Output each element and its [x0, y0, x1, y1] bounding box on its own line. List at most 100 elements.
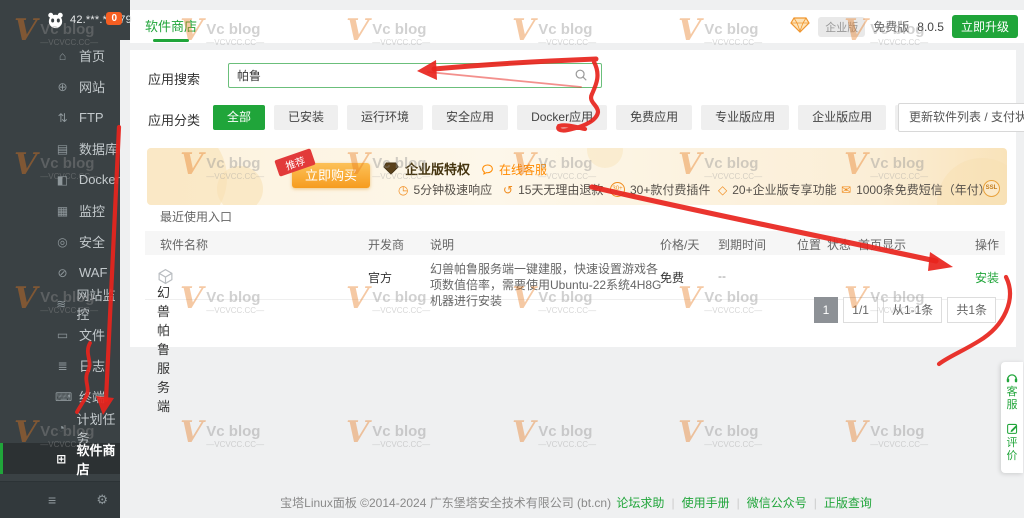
refund-icon: ↺ — [503, 182, 514, 197]
category-button-1[interactable]: 已安装 — [274, 105, 339, 130]
tab-underline — [153, 39, 189, 42]
banner-feature: ✉ 1000条免费短信（年付） — [841, 181, 991, 198]
watermark-logo: V — [346, 415, 370, 450]
review-float-button[interactable]: 评价 — [1001, 422, 1023, 463]
clock-icon: ◔ — [57, 420, 65, 435]
category-button-6[interactable]: 专业版应用 — [701, 105, 790, 130]
sidebar-item-label: Docker — [78, 172, 120, 187]
banner-decor — [147, 148, 227, 205]
sidebar-item-waf[interactable]: ⊘ WAF — [0, 257, 120, 288]
watermark-logo: V — [678, 415, 702, 450]
install-link[interactable]: 安装 — [975, 269, 999, 286]
category-button-0[interactable]: 全部 — [213, 105, 266, 130]
sidebar-item-label: 安全 — [79, 235, 106, 250]
sidebar-item-terminal[interactable]: ⌨ 终端 — [0, 381, 120, 412]
software-name-text: 幻兽帕鲁服务端 — [157, 285, 171, 414]
plugins-count-icon: 30+ — [610, 182, 625, 197]
watermark-subtitle: —VCVCC.CC— — [538, 440, 597, 449]
footer-link-3[interactable]: 正版查询 — [824, 496, 872, 510]
online-support-link[interactable]: 在线客服 — [481, 161, 547, 178]
banner-feature-text: 15天无理由退款 — [518, 183, 604, 197]
upgrade-button[interactable]: 立即升级 — [951, 15, 1018, 38]
monitor-icon: ▦ — [56, 203, 69, 218]
watermark: V Vc blog —VCVCC.CC— — [180, 415, 265, 450]
watermark: V Vc blog —VCVCC.CC— — [512, 415, 597, 450]
message-count-badge[interactable]: 0 — [106, 12, 122, 25]
globe-icon: ⊕ — [57, 79, 68, 94]
panda-logo-icon — [46, 11, 65, 30]
table-header-cell: 到期时间 — [718, 238, 767, 252]
sidebar-item-label: 文件 — [79, 328, 106, 343]
sidebar-item-logs[interactable]: ≣ 日志 — [0, 350, 120, 381]
sidebar-item-app-store[interactable]: ⊞ 软件商店 — [0, 443, 120, 477]
category-button-7[interactable]: 企业版应用 — [798, 105, 887, 130]
category-button-4[interactable]: Docker应用 — [517, 105, 608, 130]
watermark: V Vc blog —VCVCC.CC— — [678, 415, 762, 450]
edition-enterprise-label: 企业版 — [818, 16, 866, 37]
banner-feature: ◷ 5分钟极速响应 — [398, 181, 492, 198]
watermark-subtitle: —VCVCC.CC— — [870, 440, 929, 449]
category-button-2[interactable]: 运行环境 — [347, 105, 424, 130]
sidebar: ⌂ 首页 ⊕ 网站 ⇅ FTP ▤ 数据库 ◧ Docker ▦ 监控 ◎ 安全 ⊘ WAF ≋ 网站监控 ▭ 文件 ≣… — [0, 0, 120, 518]
pagination-item-0[interactable]: 1 — [813, 297, 839, 323]
table-header-cell: 状态 — [827, 238, 852, 252]
sidebar-header: 42.***.***.79 0 — [0, 0, 132, 40]
sidebar-item-files[interactable]: ▭ 文件 — [0, 319, 120, 350]
banner-title: 企业版特权 — [383, 159, 470, 178]
watermark-subtitle: —VCVCC.CC— — [372, 440, 431, 449]
sidebar-item-home[interactable]: ⌂ 首页 — [0, 40, 120, 71]
sidebar-item-security[interactable]: ◎ 安全 — [0, 226, 120, 257]
watermark-logo: V — [180, 415, 204, 450]
footer-link-0[interactable]: 论坛求助 — [616, 496, 664, 510]
version-cluster: 企业版 免费版 8.0.5 立即升级 — [790, 10, 1018, 43]
wave-icon: ≋ — [56, 296, 67, 311]
watermark-text: Vc blog —VCVCC.CC— — [372, 418, 431, 450]
update-software-list-button[interactable]: 更新软件列表 / 支付状态 — [898, 103, 1024, 132]
watermark-text: Vc blog —VCVCC.CC— — [870, 418, 929, 450]
watermark-subtitle: —VCVCC.CC— — [206, 440, 265, 449]
watermark-title: Vc blog — [870, 423, 925, 440]
mail-icon: ✉ — [841, 182, 852, 197]
sidebar-item-label: 软件商店 — [76, 442, 116, 477]
sidebar-item-docker[interactable]: ◧ Docker — [0, 164, 120, 195]
pagination-item-2[interactable]: 从1-1条 — [882, 297, 943, 323]
category-button-3[interactable]: 安全应用 — [432, 105, 509, 130]
category-button-5[interactable]: 免费应用 — [616, 105, 693, 130]
search-label: 应用搜索 — [148, 72, 201, 87]
search-input[interactable] — [228, 63, 602, 88]
watermark-logo: V — [512, 415, 536, 450]
table-header-cell: 操作 — [974, 238, 999, 252]
sidebar-item-site-monitor[interactable]: ≋ 网站监控 — [0, 288, 120, 322]
sidebar-item-ftp[interactable]: ⇅ FTP — [0, 102, 120, 133]
main-card: 应用搜索 应用分类 全部已安装运行环境安全应用 Docker应用免费应用专业版应用… — [130, 50, 1024, 414]
float-sidebar: 客服 评价 — [1001, 362, 1023, 473]
sidebar-item-site[interactable]: ⊕ 网站 — [0, 71, 120, 102]
sidebar-item-label: WAF — [79, 265, 108, 280]
sidebar-item-label: 日志 — [79, 359, 106, 374]
collapse-menu-icon[interactable]: ≡ — [48, 492, 56, 508]
sidebar-item-label: 首页 — [79, 49, 106, 64]
banner-feature: ◇ 20+企业版专享功能 — [718, 181, 837, 198]
diamond-icon: ◇ — [718, 182, 728, 197]
float-label-char: 客 — [1006, 386, 1018, 398]
banner-feature-text: 30+款付费插件 — [630, 183, 711, 197]
table-header-cell: 软件名称 — [160, 238, 209, 252]
footer-link-2[interactable]: 微信公众号 — [747, 496, 807, 510]
settings-gear-icon[interactable]: ⚙ — [96, 492, 108, 508]
sidebar-item-database[interactable]: ▤ 数据库 — [0, 133, 120, 164]
footer-link-1[interactable]: 使用手册 — [682, 496, 730, 510]
sidebar-item-cron[interactable]: ◔ 计划任务 — [0, 412, 120, 446]
watermark-logo: V — [844, 415, 868, 450]
copyright-text: 宝塔Linux面板 ©2014-2024 广东堡塔安全技术有限公司 (bt.cn… — [280, 496, 612, 510]
search-icon[interactable] — [574, 68, 588, 87]
pagination-item-3[interactable]: 共1条 — [947, 297, 996, 323]
sidebar-item-label: 数据库 — [79, 142, 119, 157]
banner-decor — [217, 166, 263, 205]
watermark: V Vc blog —VCVCC.CC— — [346, 415, 431, 450]
watermark-text: Vc blog —VCVCC.CC— — [206, 418, 265, 450]
sidebar-item-monitor[interactable]: ▦ 监控 — [0, 195, 120, 226]
table-header: 软件名称 开发商 说明 价格/天 到期时间 位置 状态 首页显示 操作 — [145, 231, 1005, 255]
pagination-item-1[interactable]: 1/1 — [843, 297, 878, 323]
software-name: 幻兽帕鲁服务端 — [157, 268, 174, 414]
support-float-button[interactable]: 客服 — [1001, 371, 1023, 412]
